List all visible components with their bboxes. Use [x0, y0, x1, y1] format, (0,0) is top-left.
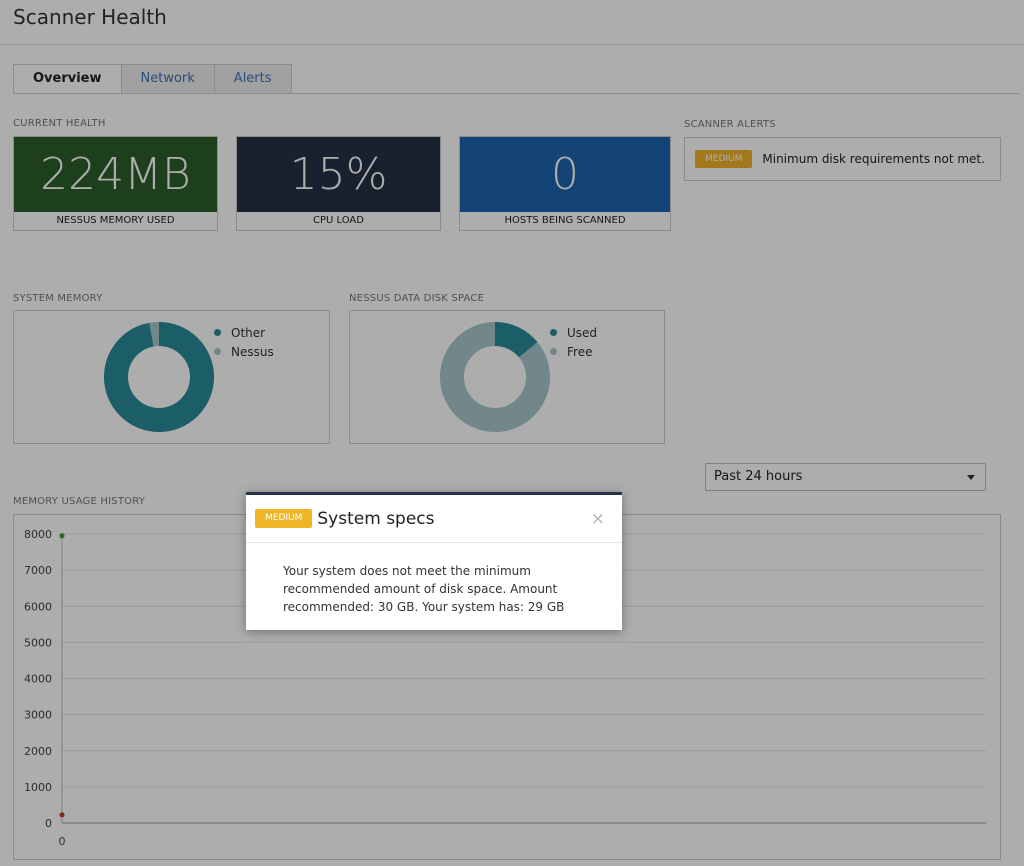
- close-icon[interactable]: ×: [591, 509, 605, 529]
- modal-backdrop[interactable]: [0, 0, 1024, 866]
- dialog-header: MEDIUM System specs ×: [246, 495, 622, 543]
- dialog-message: Your system does not meet the minimum re…: [283, 564, 565, 614]
- dialog-title: System specs: [317, 508, 435, 529]
- dialog-severity-badge: MEDIUM: [255, 509, 313, 528]
- system-specs-dialog: MEDIUM System specs × Your system does n…: [246, 492, 622, 630]
